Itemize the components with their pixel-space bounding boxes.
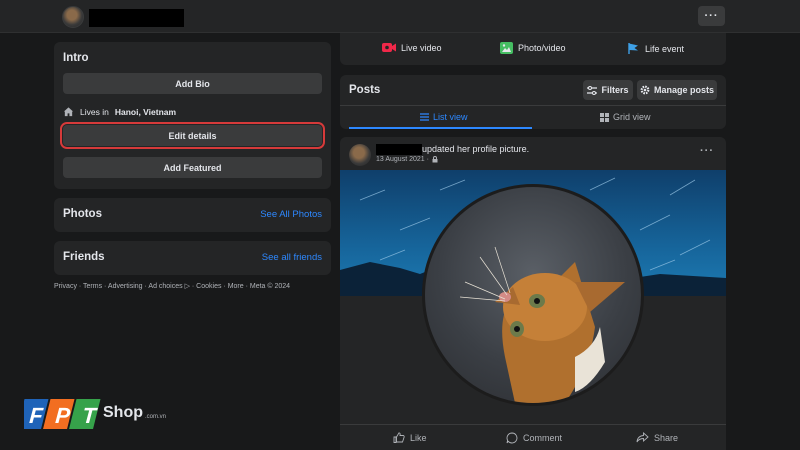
grid-icon [600, 112, 609, 122]
reaction-bar: Like Comment Share [340, 424, 726, 450]
edit-details-button[interactable]: Edit details [60, 122, 325, 149]
footer-links[interactable]: Privacy · Terms · Advertising · Ad choic… [54, 282, 290, 290]
live-video-label: Live video [401, 42, 442, 53]
svg-text:F: F [29, 403, 45, 428]
lock-icon [432, 156, 438, 163]
posts-card: Posts Filters Manage posts List view Gri [340, 75, 726, 129]
flag-icon [628, 43, 638, 54]
redacted-name [89, 9, 184, 27]
add-bio-button[interactable]: Add Bio [63, 73, 322, 94]
list-icon [420, 113, 429, 121]
grid-view-label: Grid view [613, 112, 651, 122]
live-video-button[interactable]: Live video [382, 42, 442, 53]
comment-button[interactable]: Comment [506, 432, 562, 444]
photos-title: Photos [63, 208, 102, 220]
life-event-label: Life event [645, 43, 685, 54]
manage-posts-button[interactable]: Manage posts [637, 80, 717, 100]
top-bar: ··· [0, 0, 800, 33]
post-date[interactable]: 13 August 2021 · [376, 156, 438, 163]
gear-icon [640, 85, 650, 95]
cat-photo [459, 246, 625, 403]
thumbs-up-icon [393, 432, 405, 443]
intro-title: Intro [63, 52, 89, 64]
post-card: updated her profile picture. 13 August 2… [340, 137, 726, 450]
filters-label: Filters [601, 85, 629, 95]
svg-text:T: T [82, 403, 99, 428]
lives-city[interactable]: Hanoi, Vietnam [115, 107, 176, 117]
friends-card: Friends See all friends [54, 241, 331, 275]
list-view-label: List view [433, 112, 468, 122]
share-button[interactable]: Share [636, 432, 678, 443]
lives-in-row: Lives in Hanoi, Vietnam [63, 106, 176, 117]
photos-card: Photos See All Photos [54, 198, 331, 232]
tab-list-view[interactable]: List view [420, 112, 468, 122]
video-camera-icon [382, 43, 396, 52]
posts-title: Posts [349, 84, 381, 96]
view-tabs: List view Grid view [340, 105, 726, 129]
friends-title: Friends [63, 251, 105, 263]
avatar[interactable] [62, 6, 84, 28]
manage-posts-label: Manage posts [653, 85, 714, 95]
house-icon [63, 107, 74, 117]
post-more-options-button[interactable]: ··· [700, 145, 714, 157]
life-event-button[interactable]: Life event [627, 42, 684, 55]
like-label: Like [410, 432, 427, 443]
lives-prefix: Lives in [80, 106, 109, 117]
tab-grid-view[interactable]: Grid view [600, 112, 651, 122]
shop-domain: .com.vn [145, 414, 167, 420]
more-options-button[interactable]: ··· [698, 6, 725, 26]
share-icon [636, 432, 649, 443]
sliders-icon [587, 85, 598, 95]
photo-video-button[interactable]: Photo/video [500, 42, 566, 54]
redacted-post-name [376, 144, 422, 155]
post-headline: updated her profile picture. [422, 144, 530, 154]
create-post-actions: Live video Photo/video Life event [340, 33, 726, 65]
filters-button[interactable]: Filters [583, 80, 633, 100]
like-button[interactable]: Like [393, 432, 427, 443]
profile-picture[interactable] [422, 184, 644, 406]
comment-label: Comment [523, 433, 563, 443]
active-tab-indicator [349, 127, 532, 129]
see-all-friends-link[interactable]: See all friends [262, 252, 322, 263]
svg-text:P: P [55, 403, 72, 428]
see-all-photos-link[interactable]: See All Photos [260, 209, 322, 220]
comment-icon [506, 432, 518, 444]
add-featured-button[interactable]: Add Featured [63, 157, 322, 178]
photo-video-label: Photo/video [518, 43, 566, 53]
post-avatar[interactable] [349, 144, 371, 166]
photo-icon [500, 42, 513, 54]
shop-wordmark: Shop [103, 404, 143, 421]
share-label: Share [654, 432, 679, 443]
post-date-text: 13 August 2021 · [376, 156, 429, 163]
intro-card: Intro Add Bio Lives in Hanoi, Vietnam Ed… [54, 42, 331, 189]
